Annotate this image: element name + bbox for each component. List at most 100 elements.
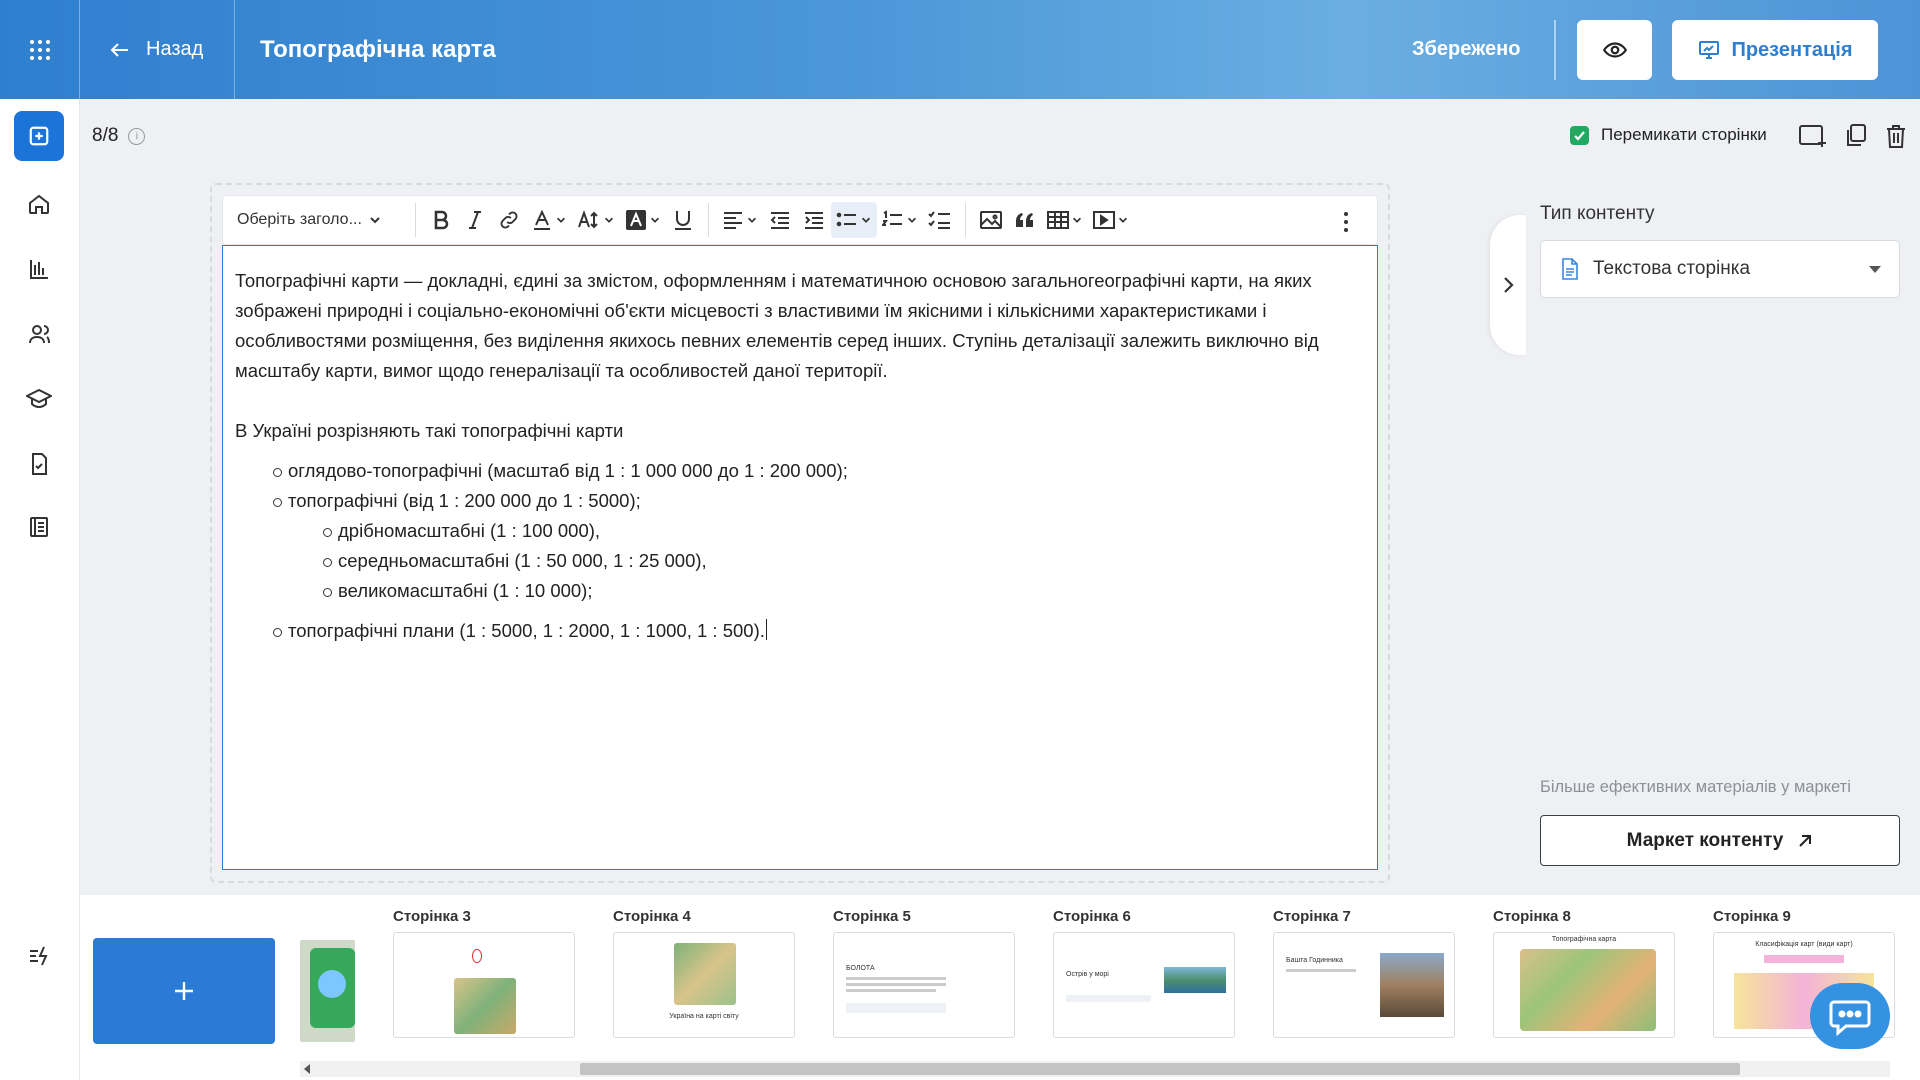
document-title[interactable]: Топографічна карта xyxy=(260,0,496,99)
insert-image-button[interactable] xyxy=(974,202,1008,238)
chevron-right-icon xyxy=(1504,277,1514,293)
chat-bubble-icon xyxy=(1829,1000,1871,1036)
thumbnail-label: Сторінка 5 xyxy=(833,908,911,925)
sidebar-item-tasks[interactable] xyxy=(14,439,64,489)
document-icon xyxy=(1562,258,1578,280)
align-button[interactable] xyxy=(717,202,763,238)
font-size-icon xyxy=(578,210,598,229)
thumbnail-caption: Острів у морі xyxy=(1066,971,1109,978)
toolbar-divider xyxy=(415,203,416,237)
page-counter: 8/8 i xyxy=(92,125,146,147)
content-type-select[interactable]: Текстова сторінка xyxy=(1540,240,1900,298)
dropdown-arrow-icon xyxy=(1869,266,1881,273)
presentation-button[interactable]: Презентація xyxy=(1672,20,1878,80)
table-button[interactable] xyxy=(1042,202,1088,238)
content-market-label: Маркет контенту xyxy=(1626,829,1784,851)
font-color-button[interactable] xyxy=(526,202,572,238)
outdent-icon xyxy=(770,212,789,229)
highlight-button[interactable] xyxy=(620,202,666,238)
bar-chart-icon xyxy=(30,260,48,279)
scroll-left-icon[interactable] xyxy=(304,1064,310,1074)
italic-button[interactable] xyxy=(458,202,492,238)
thumbnail-preview xyxy=(393,932,575,1038)
thumbnail-preview: Башта Годинника xyxy=(1273,932,1455,1038)
sidebar-item-quick-actions[interactable] xyxy=(14,931,64,981)
thumbnail-label: Сторінка 4 xyxy=(613,908,691,925)
page-thumbnail-8[interactable]: Сторінка 8 Топографічна карта xyxy=(1493,908,1675,1038)
back-label: Назад xyxy=(146,38,204,60)
checkbox-checked-icon[interactable] xyxy=(1570,125,1589,145)
editor-toolbar: Оберіть заголо... xyxy=(222,195,1378,245)
thumbnail-label: Сторінка 7 xyxy=(1273,908,1351,925)
list-item-text: топографічні плани (1 : 5000, 1 : 2000, … xyxy=(288,620,765,641)
delete-page-icon[interactable] xyxy=(1884,123,1908,154)
info-icon[interactable]: i xyxy=(128,127,146,145)
apps-grid-icon[interactable] xyxy=(0,0,80,99)
font-color-icon xyxy=(534,209,550,230)
checklist-button[interactable] xyxy=(923,202,957,238)
thumbnail-preview: Острів у морі xyxy=(1053,932,1235,1038)
bullet-list-button[interactable] xyxy=(831,202,877,238)
collapse-panel-button[interactable] xyxy=(1490,215,1526,355)
scrollbar-thumb[interactable] xyxy=(580,1063,1740,1075)
thumbnail-preview: Україна на карті світу xyxy=(613,932,795,1038)
more-options-button[interactable] xyxy=(1329,204,1363,240)
plus-icon xyxy=(175,982,193,1000)
page-thumbnail-7[interactable]: Сторінка 7 Башта Годинника xyxy=(1273,908,1455,1038)
plus-square-icon xyxy=(29,126,49,146)
toolbar-divider xyxy=(965,203,966,237)
left-sidebar xyxy=(0,99,80,1080)
switch-pages-toggle[interactable]: Перемикати сторінки xyxy=(1570,125,1767,145)
sidebar-item-library[interactable] xyxy=(14,502,64,552)
font-size-button[interactable] xyxy=(572,202,620,238)
page-thumbnail-6[interactable]: Сторінка 6 Острів у морі xyxy=(1053,908,1235,1038)
sidebar-item-users[interactable] xyxy=(14,309,64,359)
thumbnail-label: Сторінка 9 xyxy=(1713,908,1791,925)
scale-list: оглядово-топографічні (масштаб від 1 : 1… xyxy=(273,456,1365,516)
switch-pages-label: Перемикати сторінки xyxy=(1601,125,1767,144)
indent-button[interactable] xyxy=(797,202,831,238)
back-button[interactable]: Назад xyxy=(80,0,235,99)
text-editor-content[interactable]: Топографічні карти — докладні, єдині за … xyxy=(222,245,1378,870)
underline-button[interactable] xyxy=(666,202,700,238)
lightning-list-icon xyxy=(30,946,48,966)
chevron-down-icon xyxy=(747,217,757,223)
chevron-down-icon xyxy=(370,217,380,224)
duplicate-page-icon[interactable] xyxy=(1844,123,1868,154)
sidebar-item-create[interactable] xyxy=(14,111,64,161)
list-item: середньомасштабні (1 : 50 000, 1 : 25 00… xyxy=(323,546,1365,576)
quote-button[interactable] xyxy=(1008,202,1042,238)
content-market-button[interactable]: Маркет контенту xyxy=(1540,815,1900,866)
indent-icon xyxy=(805,212,823,229)
sidebar-item-home[interactable] xyxy=(14,179,64,229)
numbered-list-button[interactable] xyxy=(877,202,923,238)
add-page-button[interactable] xyxy=(93,938,275,1044)
page-thumbnail-4[interactable]: Сторінка 4 Україна на карті світу xyxy=(613,908,795,1038)
filmstrip-scrollbar[interactable] xyxy=(300,1061,1890,1077)
list-item: великомасштабні (1 : 10 000); xyxy=(323,576,1365,606)
bold-button[interactable] xyxy=(424,202,458,238)
video-icon xyxy=(1093,211,1115,229)
preview-button[interactable] xyxy=(1577,20,1652,80)
media-button[interactable] xyxy=(1088,202,1134,238)
chevron-down-icon xyxy=(556,217,566,223)
outdent-button[interactable] xyxy=(763,202,797,238)
content-type-value: Текстова сторінка xyxy=(1593,258,1751,279)
page-thumbnail-5[interactable]: Сторінка 5 БОЛОТА xyxy=(833,908,1015,1038)
more-vertical-icon xyxy=(1344,212,1348,232)
sidebar-item-analytics[interactable] xyxy=(14,244,64,294)
book-icon xyxy=(30,517,48,537)
quote-icon xyxy=(1016,213,1033,227)
page-thumbnail-partial[interactable] xyxy=(300,940,355,1042)
nested-scale-list: дрібномасштабні (1 : 100 000), середньом… xyxy=(323,516,1365,606)
arrow-left-icon xyxy=(110,42,128,57)
add-page-icon[interactable] xyxy=(1798,122,1828,155)
chat-support-button[interactable] xyxy=(1810,983,1890,1049)
link-button[interactable] xyxy=(492,202,526,238)
text-cursor xyxy=(765,619,767,640)
heading-select[interactable]: Оберіть заголо... xyxy=(237,202,407,238)
sidebar-item-courses[interactable] xyxy=(14,374,64,424)
external-arrow-icon xyxy=(1799,834,1812,847)
page-thumbnail-3[interactable]: Сторінка 3 xyxy=(393,908,575,1038)
intro-paragraph: Топографічні карти — докладні, єдині за … xyxy=(235,270,1319,381)
